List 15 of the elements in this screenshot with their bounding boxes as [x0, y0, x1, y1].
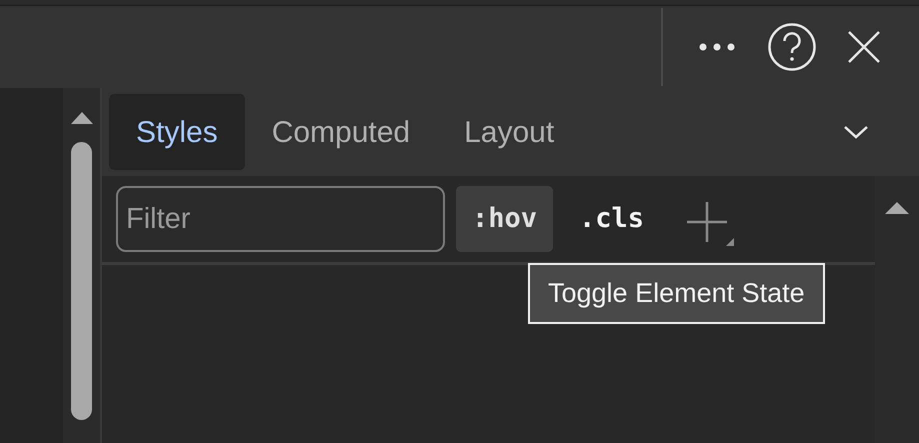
close-icon[interactable]: [847, 30, 881, 64]
tab[interactable]: Computed: [244, 94, 438, 170]
tab[interactable]: Layout: [437, 94, 582, 170]
tooltip: Toggle Element State: [528, 263, 825, 324]
filter-field[interactable]: Filter: [116, 186, 445, 252]
chevron-down-icon[interactable]: [843, 125, 869, 139]
toolbar-button[interactable]: .cls: [563, 186, 660, 252]
tab[interactable]: Styles: [109, 94, 245, 170]
more-icon[interactable]: [697, 42, 737, 52]
add-icon[interactable]: [686, 202, 734, 246]
scroll-up-icon[interactable]: [70, 112, 92, 124]
toolbar-button[interactable]: :hov: [456, 186, 554, 252]
scrollbar-thumb[interactable]: [71, 142, 92, 420]
scroll-up-icon[interactable]: [885, 202, 909, 214]
help-icon[interactable]: [767, 22, 817, 72]
